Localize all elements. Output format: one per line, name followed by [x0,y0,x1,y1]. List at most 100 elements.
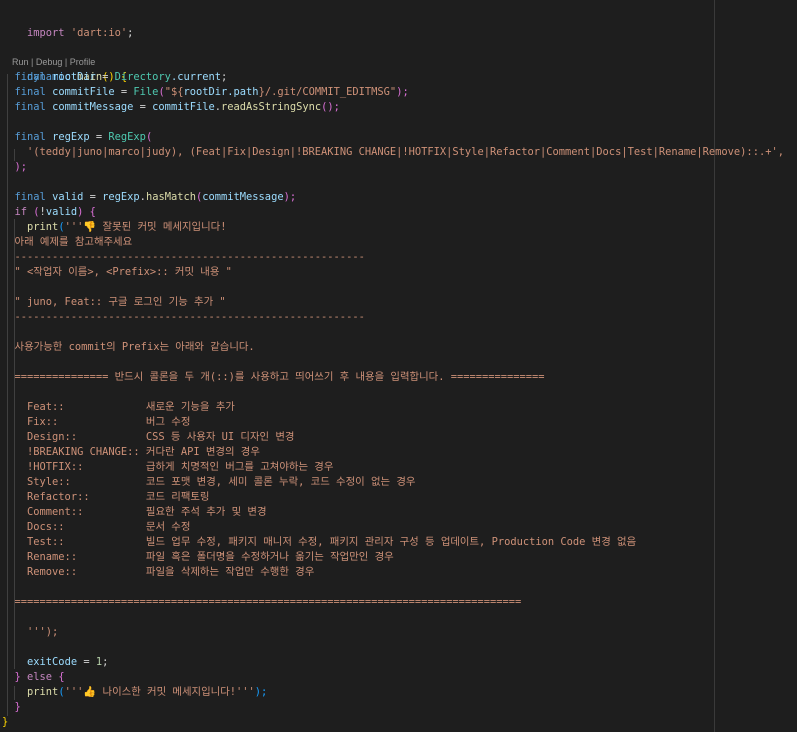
code-line-if: if (!valid) { [2,205,96,220]
code-line-valid: final valid = regExp.hasMatch(commitMess… [2,190,297,205]
keyword: if [14,206,28,218]
operator: = [95,71,115,83]
string-body-line: Fix:: 버그 수정 [2,415,190,430]
string-body-line: ========================================… [2,595,522,610]
punctuation: ; [221,71,228,83]
string-text: Test:: 빌드 업무 수정, 패키지 매니저 수정, 패키지 관리자 구성 … [14,536,637,548]
string-body-line: Design:: CSS 등 사용자 UI 디자인 변경 [2,430,294,445]
string-body-line: !BREAKING CHANGE:: 커다란 API 변경의 경우 [2,445,260,460]
codelens: Run | Debug | Profile [2,41,95,67]
string-text: Refactor:: 코드 리팩토링 [14,491,210,503]
interpolation: rootDir.path [183,86,259,98]
variable: commitMessage [202,191,284,203]
minimap-divider [714,0,715,732]
variable: rootDir [52,71,96,83]
punctuation: ; [102,656,109,668]
string-literal: '''👍 나이스한 커밋 메세지입니다!''' [64,686,255,698]
string-body-line: " <작업자 이름>, <Prefix>:: 커밋 내용 " [2,265,232,280]
string-body-line: Rename:: 파일 혹은 폴더명을 수정하거나 옮기는 작업만인 경우 [2,550,394,565]
string-text: 아래 예제를 참고해주세요 [14,236,133,248]
property: .current [170,71,221,83]
variable: commitMessage [52,101,134,113]
keyword: final [14,101,46,113]
punctuation: ); [254,686,268,698]
variable: regExp [52,131,90,143]
string-text: ----------------------------------------… [14,311,365,323]
variable: commitFile [52,86,115,98]
code-line-print-success: print('''👍 나이스한 커밋 메세지입니다!'''); [2,685,267,700]
code-editor[interactable]: import 'dart:io'; Run | Debug | Profile … [0,0,797,732]
string-body-line: Comment:: 필요한 주석 추가 및 변경 [2,505,267,520]
class-name: File [133,86,159,98]
string-body-line [2,325,15,340]
string-body-line: Docs:: 문서 수정 [2,520,190,535]
punctuation: } [2,716,9,728]
string-text: ----------------------------------------… [14,251,365,263]
string-text: Feat:: 새로운 기능을 추가 [14,401,235,413]
string-body-line: 아래 예제를 참고해주세요 [2,235,133,250]
variable: commitFile [152,101,215,113]
string-text: ========================================… [14,596,522,608]
string-body-line: =============== 반드시 콜론을 두 개(::)를 사용하고 띄어… [2,370,545,385]
string-literal: "${ [164,86,184,98]
punctuation: ); [396,86,409,98]
string-text: '''); [14,626,59,638]
string-literal: }/.git/COMMIT_EDITMSG" [258,86,397,98]
variable: valid [52,191,84,203]
code-line-exitcode: exitCode = 1; [2,655,108,670]
code-line-main: dynamic main() { [2,55,127,83]
variable: valid [45,206,78,218]
string-text: 사용가능한 commit의 Prefix는 아래와 같습니다. [14,341,255,353]
string-body-line: '''); [2,625,58,640]
regex-string: '(teddy|juno|marco|judy), (Feat|Fix|Desi… [27,146,784,158]
string-text: Style:: 코드 포맷 변경, 세미 콜론 누락, 코드 수정이 없는 경우 [14,476,416,488]
code-line-close-if: } [2,700,21,715]
function-name: readAsStringSync [221,101,322,113]
string-body-line: ----------------------------------------… [2,310,365,325]
keyword: final [14,131,46,143]
punctuation: ( [27,206,40,218]
string-text: Remove:: 파일을 삭제하는 작업만 수행한 경우 [14,566,315,578]
operator: = [114,86,134,98]
variable: regExp [102,191,140,203]
string-body-line: ----------------------------------------… [2,250,365,265]
string-literal: 'dart:io' [70,27,128,39]
code-line-print-error: print('''👎 잘못된 커밋 메세지입니다! [2,220,226,235]
string-text: Comment:: 필요한 주석 추가 및 변경 [14,506,267,518]
class-name: RegExp [108,131,146,143]
string-text: Fix:: 버그 수정 [14,416,191,428]
string-body-line: Test:: 빌드 업무 수정, 패키지 매니저 수정, 패키지 관리자 구성 … [2,535,636,550]
code-line-import: import 'dart:io'; [2,11,133,39]
string-text: Docs:: 문서 수정 [14,521,191,533]
code-line-regexp-close: ); [2,160,28,175]
string-text: Rename:: 파일 혹은 폴더명을 수정하거나 옮기는 작업만인 경우 [14,551,394,563]
string-text: !HOTFIX:: 급하게 치명적인 버그를 고쳐야하는 경우 [14,461,334,473]
punctuation: ( [145,131,153,143]
string-body-line: !HOTFIX:: 급하게 치명적인 버그를 고쳐야하는 경우 [2,460,333,475]
string-text: =============== 반드시 콜론을 두 개(::)를 사용하고 띄어… [14,371,545,383]
string-body-line [2,385,15,400]
string-body-line [2,280,15,295]
operator: = [77,656,96,668]
keyword: final [14,71,46,83]
string-body-line: Style:: 코드 포맷 변경, 세미 콜론 누락, 코드 수정이 없는 경우 [2,475,415,490]
punctuation: } [14,701,21,713]
class-name: Directory [114,71,171,83]
code-line-regexp-pattern: '(teddy|juno|marco|judy), (Feat|Fix|Desi… [2,145,784,160]
code-line-commitfile: final commitFile = File("${rootDir.path}… [2,85,409,100]
keyword: final [14,86,46,98]
function-name: hasMatch [145,191,196,203]
string-body-line: 사용가능한 commit의 Prefix는 아래와 같습니다. [2,340,255,355]
operator: = [133,101,153,113]
code-line-regexp: final regExp = RegExp( [2,130,153,145]
string-body-line [2,355,15,370]
string-body-line: " juno, Feat:: 구글 로그인 기능 추가 " [2,295,226,310]
string-body-line: Remove:: 파일을 삭제하는 작업만 수행한 경우 [2,565,314,580]
string-body-line: Refactor:: 코드 리팩토링 [2,490,210,505]
punctuation: { [52,671,65,683]
keyword: else [27,671,53,683]
string-literal: '''👎 잘못된 커밋 메세지입니다! [64,221,227,233]
punctuation: (); [321,101,340,113]
punctuation: } [14,671,28,683]
operator: = [89,131,109,143]
